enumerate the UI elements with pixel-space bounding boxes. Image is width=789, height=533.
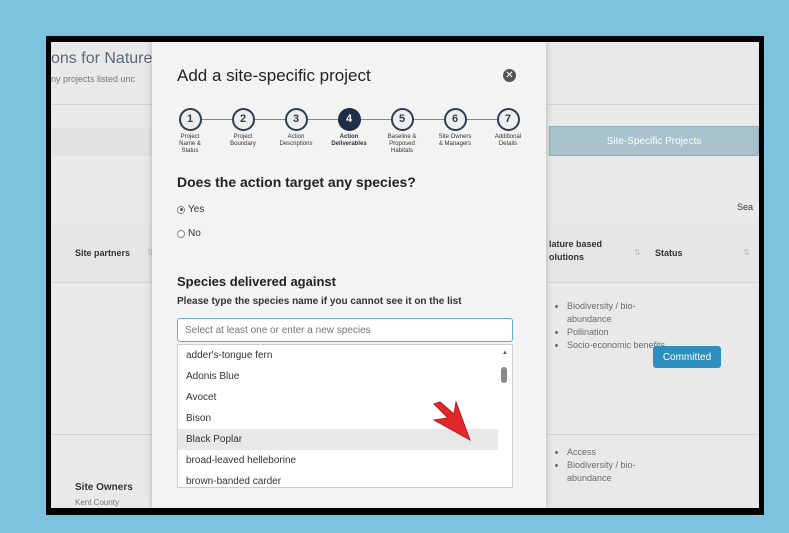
step-number: 1 xyxy=(178,108,202,131)
step-5[interactable]: 5 Baseline & Proposed Habitats xyxy=(377,108,427,155)
tab-site-specific-projects[interactable]: Site-Specific Projects xyxy=(549,126,759,156)
list-item: Biodiversity / bio-abundance xyxy=(567,459,667,485)
step-label: Project Boundary xyxy=(230,134,256,147)
dropdown-option[interactable]: brown-banded carder xyxy=(178,471,498,487)
radio-no[interactable]: No xyxy=(177,228,201,239)
step-number: 7 xyxy=(496,108,520,131)
search-label: Sea xyxy=(737,202,754,212)
scrollbar-thumb[interactable] xyxy=(501,367,507,383)
close-icon[interactable]: ✕ xyxy=(503,69,516,82)
step-6[interactable]: 6 Site Owners & Managers xyxy=(430,108,480,148)
list-item: Access xyxy=(567,446,667,459)
row1-solutions-list: Biodiversity / bio-abundance Pollination… xyxy=(557,300,667,352)
species-question: Does the action target any species? xyxy=(177,174,416,190)
sort-icon[interactable]: ⇅ xyxy=(634,248,641,257)
add-project-modal: Add a site-specific project ✕ 1 Project … xyxy=(152,42,546,508)
step-label: Additional Details xyxy=(494,134,522,147)
dropdown-option[interactable]: Adonis Blue xyxy=(178,366,498,387)
step-number: 6 xyxy=(443,108,467,131)
step-number: 2 xyxy=(231,108,255,131)
list-item: Biodiversity / bio-abundance xyxy=(567,300,667,326)
column-nature-based-solutions[interactable]: lature based olutions xyxy=(549,238,602,264)
radio-yes-label: Yes xyxy=(188,204,205,215)
species-hint: Please type the species name if you cann… xyxy=(177,296,462,307)
species-section-title: Species delivered against xyxy=(177,274,336,289)
list-item: Pollination xyxy=(567,326,667,339)
status-badge: Committed xyxy=(653,346,721,368)
step-number: 5 xyxy=(390,108,414,131)
page-subtitle: ny projects listed unc xyxy=(51,74,136,84)
radio-unselected-icon[interactable] xyxy=(177,229,185,238)
step-label: Action Deliverables xyxy=(331,134,367,147)
list-item: Socio-economic benefits xyxy=(567,339,667,352)
app-screen: ons for Nature ny projects listed unc Si… xyxy=(51,42,759,508)
radio-no-label: No xyxy=(188,228,201,239)
row2-solutions-list: Access Biodiversity / bio-abundance xyxy=(557,446,667,485)
species-input[interactable] xyxy=(177,318,513,342)
step-number: 4 xyxy=(337,108,361,131)
modal-title: Add a site-specific project xyxy=(177,66,371,85)
step-label: Baseline & Proposed Habitats xyxy=(387,134,417,154)
site-owners-label: Site Owners xyxy=(75,482,133,493)
wizard-stepper: 1 Project Name & Status 2 Project Bounda… xyxy=(176,108,526,164)
radio-selected-icon[interactable] xyxy=(177,205,185,214)
radio-yes[interactable]: Yes xyxy=(177,204,204,215)
column-site-partners[interactable]: Site partners xyxy=(75,248,130,258)
step-3[interactable]: 3 Action Descriptions xyxy=(271,108,321,148)
step-2[interactable]: 2 Project Boundary xyxy=(218,108,268,148)
step-label: Project Name & Status xyxy=(179,134,201,154)
scroll-up-icon[interactable]: ▲ xyxy=(502,350,508,356)
site-owner-value: Kent County xyxy=(75,498,120,507)
step-4[interactable]: 4 Action Deliverables xyxy=(324,108,374,148)
dropdown-option[interactable]: adder's-tongue fern xyxy=(178,345,498,366)
step-1[interactable]: 1 Project Name & Status xyxy=(165,108,215,155)
sort-icon[interactable]: ⇅ xyxy=(743,248,750,257)
page-title: ons for Nature xyxy=(51,50,153,67)
column-status[interactable]: Status xyxy=(655,248,683,258)
step-label: Site Owners & Managers xyxy=(438,134,472,147)
step-label: Action Descriptions xyxy=(279,134,313,147)
pointer-cursor-icon xyxy=(432,400,471,442)
step-number: 3 xyxy=(284,108,308,131)
dropdown-option[interactable]: broad-leaved helleborine xyxy=(178,450,498,471)
step-7[interactable]: 7 Additional Details xyxy=(483,108,533,148)
